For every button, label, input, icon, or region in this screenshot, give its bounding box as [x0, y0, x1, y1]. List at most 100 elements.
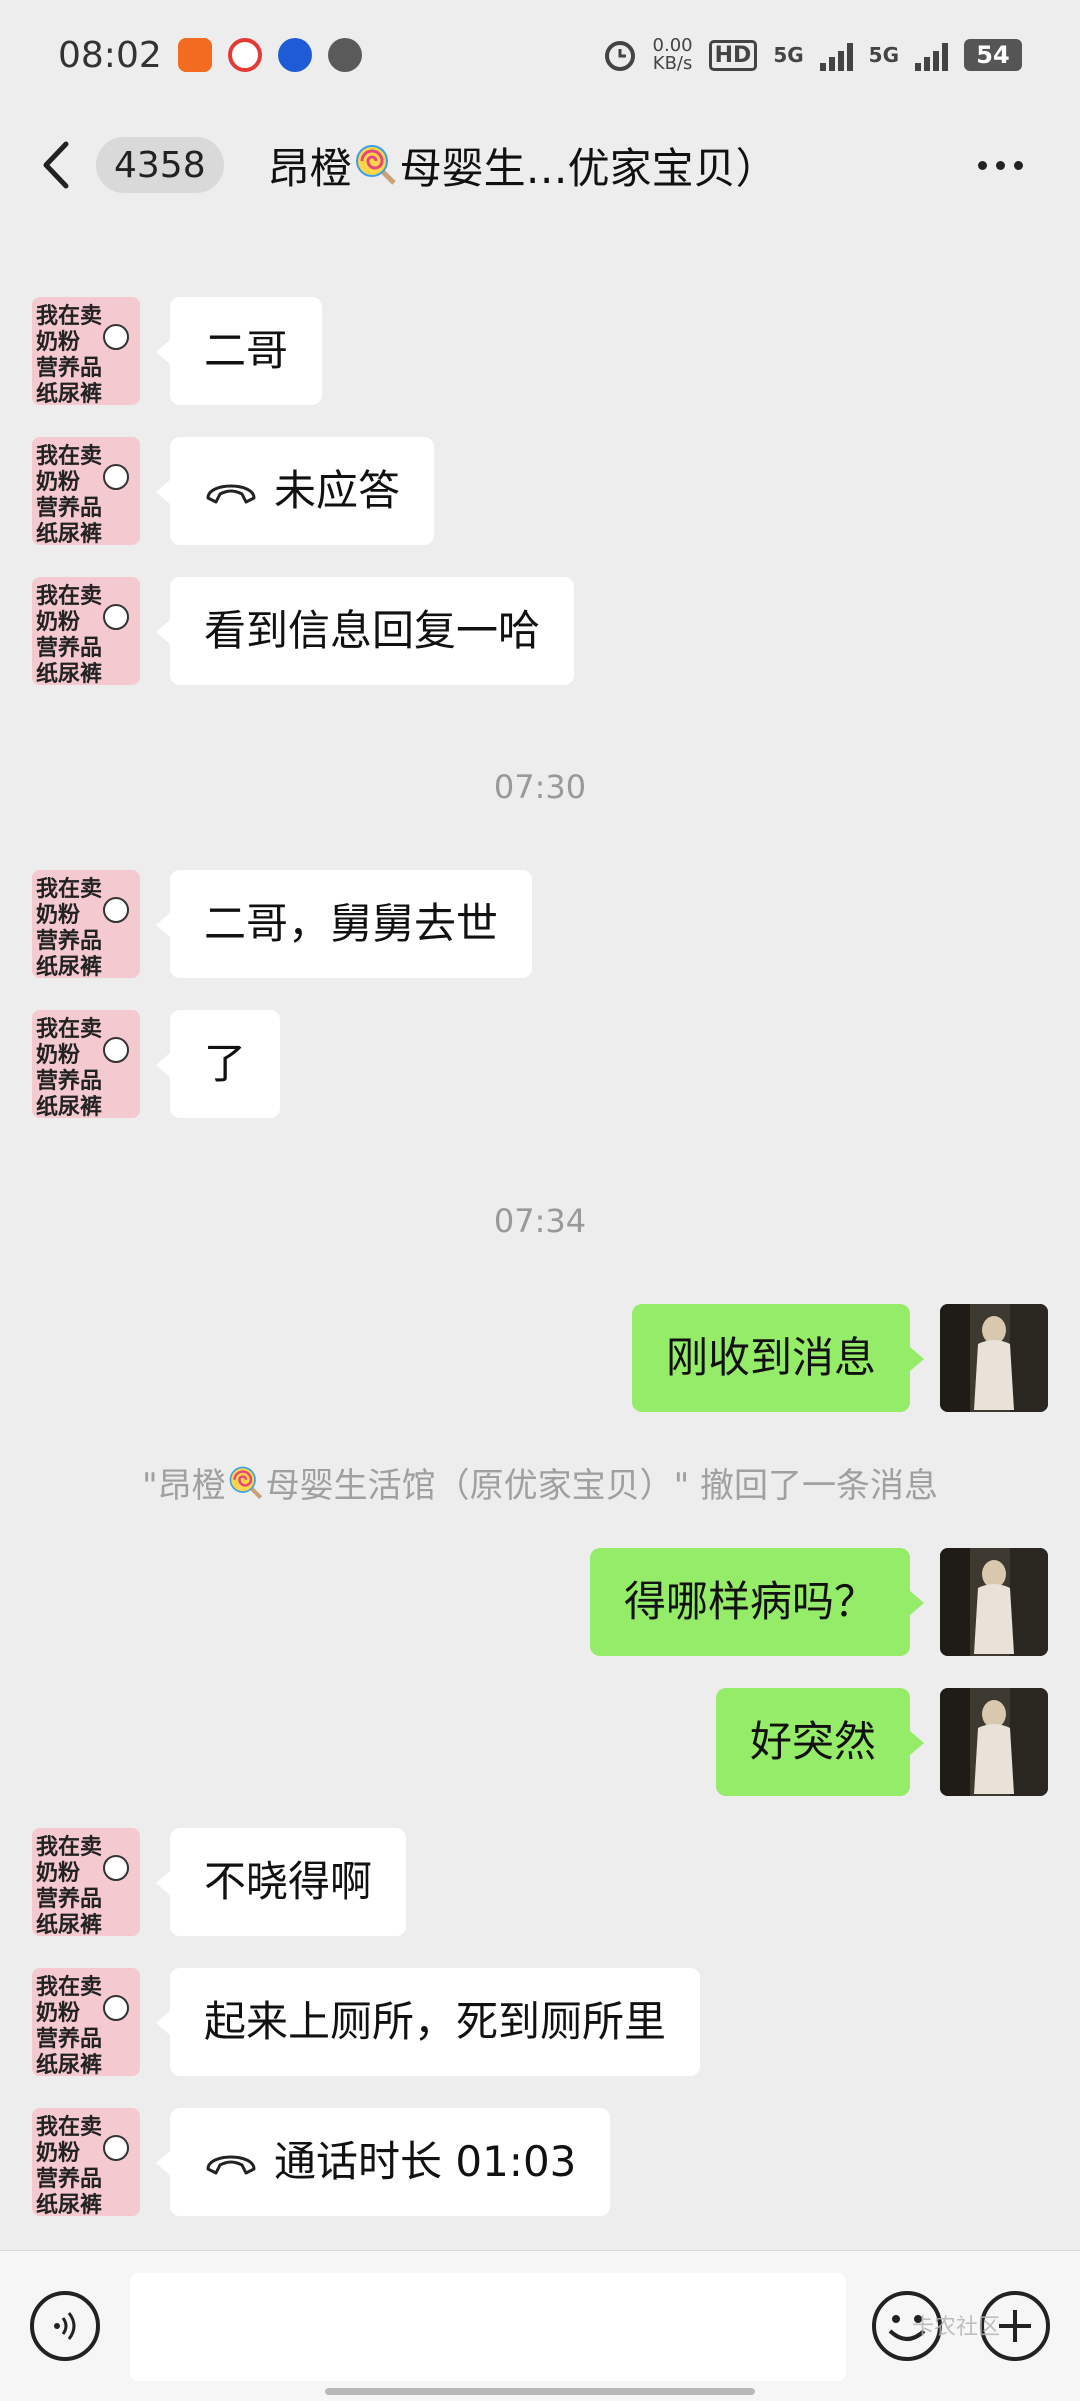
lollipop-icon: [229, 1466, 262, 1499]
svg-text:营养品: 营养品: [36, 2026, 102, 2052]
voice-icon[interactable]: [30, 2291, 100, 2361]
svg-text:奶粉: 奶粉: [36, 902, 80, 928]
sim1-label: 5G: [773, 43, 804, 67]
message-text: 得哪样病吗？: [623, 1577, 876, 1626]
lollipop-icon: [355, 145, 396, 185]
sim2-label: 5G: [868, 43, 899, 67]
net-speed-unit: KB/s: [652, 53, 693, 74]
chat-title-prefix: 昂橙: [267, 143, 352, 193]
svg-text:纸尿裤: 纸尿裤: [36, 1094, 102, 1118]
unread-count-badge[interactable]: 4358: [96, 137, 224, 193]
message-text: 起来上厕所，死到厕所里: [204, 1997, 667, 2046]
svg-text:纸尿裤: 纸尿裤: [36, 521, 102, 545]
message-text: 刚收到消息: [665, 1333, 876, 1382]
recall-notice-prefix: "昂橙: [141, 1466, 226, 1506]
chat-title[interactable]: 昂橙 母婴生…优家宝贝）: [268, 135, 778, 196]
recall-notice: "昂橙 母婴生活馆（原优家宝贝）" 撤回了一条消息: [0, 1458, 1080, 1507]
call-record-bubble[interactable]: 通话时长 01:03: [155, 2108, 611, 2216]
svg-text:我在卖: 我在卖: [36, 1016, 102, 1042]
contact-avatar[interactable]: 我在卖 奶粉 营养品 纸尿裤: [32, 2108, 140, 2216]
message-timestamp: 07:30: [493, 768, 587, 806]
svg-text:纸尿裤: 纸尿裤: [36, 661, 102, 685]
network-speed: 0.00 KB/s: [653, 37, 693, 73]
svg-text:纸尿裤: 纸尿裤: [36, 2192, 102, 2216]
my-avatar[interactable]: [940, 1548, 1048, 1656]
svg-text:纸尿裤: 纸尿裤: [36, 954, 102, 978]
contact-avatar[interactable]: 我在卖 奶粉 营养品 纸尿裤: [32, 1968, 140, 2076]
status-right: 0.00 KB/s HD 5G 5G 54: [603, 37, 1022, 73]
sent-message-bubble[interactable]: 好突然: [715, 1688, 925, 1796]
app-notification-icon: [277, 38, 312, 72]
svg-text:营养品: 营养品: [36, 1068, 102, 1094]
more-icon[interactable]: [960, 110, 1040, 220]
input-bar: 卡农社区: [0, 2250, 1080, 2401]
hd-badge: HD: [708, 39, 758, 71]
contact-avatar[interactable]: 我在卖 奶粉 营养品 纸尿裤: [32, 297, 140, 405]
sent-message-bubble[interactable]: 刚收到消息: [631, 1304, 925, 1412]
svg-text:奶粉: 奶粉: [36, 609, 80, 635]
status-bar: 08:02 0.00 KB/s HD 5G 5G 54: [0, 0, 1080, 110]
svg-text:我在卖: 我在卖: [36, 876, 102, 902]
svg-text:我在卖: 我在卖: [36, 583, 102, 609]
svg-text:营养品: 营养品: [36, 928, 102, 954]
my-avatar[interactable]: [940, 1304, 1048, 1412]
message-bubble[interactable]: 起来上厕所，死到厕所里: [155, 1968, 701, 2076]
svg-text:纸尿裤: 纸尿裤: [36, 1912, 102, 1936]
svg-text:营养品: 营养品: [36, 495, 102, 521]
battery-indicator: 54: [964, 39, 1022, 71]
message-text: 通话时长 01:03: [274, 2137, 577, 2186]
message-text: 二哥，舅舅去世: [204, 899, 499, 948]
chat-title-suffix: 母婴生…优家宝贝）: [399, 143, 778, 193]
svg-text:奶粉: 奶粉: [36, 1860, 80, 1886]
message-input[interactable]: [130, 2273, 846, 2381]
message-timestamp: 07:34: [493, 1202, 587, 1240]
phone-icon: [206, 484, 256, 504]
recall-notice-suffix: 母婴生活馆（原优家宝贝）" 撤回了一条消息: [265, 1466, 939, 1506]
back-icon[interactable]: [20, 110, 90, 220]
phone-icon: [206, 2155, 256, 2175]
svg-text:我在卖: 我在卖: [36, 1974, 102, 2000]
svg-text:我在卖: 我在卖: [36, 303, 102, 329]
svg-text:我在卖: 我在卖: [36, 2114, 102, 2140]
sent-message-bubble[interactable]: 得哪样病吗？: [589, 1548, 925, 1656]
svg-text:奶粉: 奶粉: [36, 2140, 80, 2166]
message-text: 了: [204, 1039, 247, 1088]
message-text: 二哥: [204, 326, 289, 375]
svg-text:我在卖: 我在卖: [36, 1834, 102, 1860]
message-text: 不晓得啊: [204, 1857, 373, 1906]
signal-icon: [915, 39, 948, 71]
svg-text:奶粉: 奶粉: [36, 329, 80, 355]
svg-text:营养品: 营养品: [36, 2166, 102, 2192]
chat-header: 4358 昂橙 母婴生…优家宝贝）: [0, 110, 1080, 220]
svg-text:营养品: 营养品: [36, 635, 102, 661]
contact-avatar[interactable]: 我在卖 奶粉 营养品 纸尿裤: [32, 870, 140, 978]
contact-avatar[interactable]: 我在卖 奶粉 营养品 纸尿裤: [32, 577, 140, 685]
svg-text:奶粉: 奶粉: [36, 2000, 80, 2026]
message-text: 好突然: [749, 1717, 876, 1766]
message-bubble[interactable]: 二哥: [155, 297, 323, 405]
status-left: 08:02: [58, 35, 362, 76]
svg-text:我在卖: 我在卖: [36, 443, 102, 469]
signal-icon: [819, 39, 853, 71]
home-indicator[interactable]: [325, 2388, 755, 2395]
contact-avatar[interactable]: 我在卖 奶粉 营养品 纸尿裤: [32, 437, 140, 545]
call-record-bubble[interactable]: 未应答: [155, 437, 435, 545]
alarm-icon: [604, 41, 635, 71]
message-bubble[interactable]: 了: [155, 1010, 281, 1118]
message-text: 未应答: [274, 466, 401, 515]
contact-avatar[interactable]: 我在卖 奶粉 营养品 纸尿裤: [32, 1828, 140, 1936]
my-avatar[interactable]: [940, 1688, 1048, 1796]
svg-text:奶粉: 奶粉: [36, 1042, 80, 1068]
status-time: 08:02: [58, 34, 162, 76]
svg-text:奶粉: 奶粉: [36, 469, 80, 495]
svg-text:纸尿裤: 纸尿裤: [36, 381, 102, 405]
message-text: 看到信息回复一哈: [204, 606, 541, 655]
weibo-icon: [227, 38, 262, 72]
message-bubble[interactable]: 看到信息回复一哈: [155, 577, 575, 685]
svg-text:营养品: 营养品: [36, 355, 102, 381]
message-notification-icon: [327, 38, 362, 72]
contact-avatar[interactable]: 我在卖 奶粉 营养品 纸尿裤: [32, 1010, 140, 1118]
message-bubble[interactable]: 二哥，舅舅去世: [155, 870, 533, 978]
watermark: 卡农社区: [912, 2315, 1001, 2340]
message-bubble[interactable]: 不晓得啊: [155, 1828, 407, 1936]
